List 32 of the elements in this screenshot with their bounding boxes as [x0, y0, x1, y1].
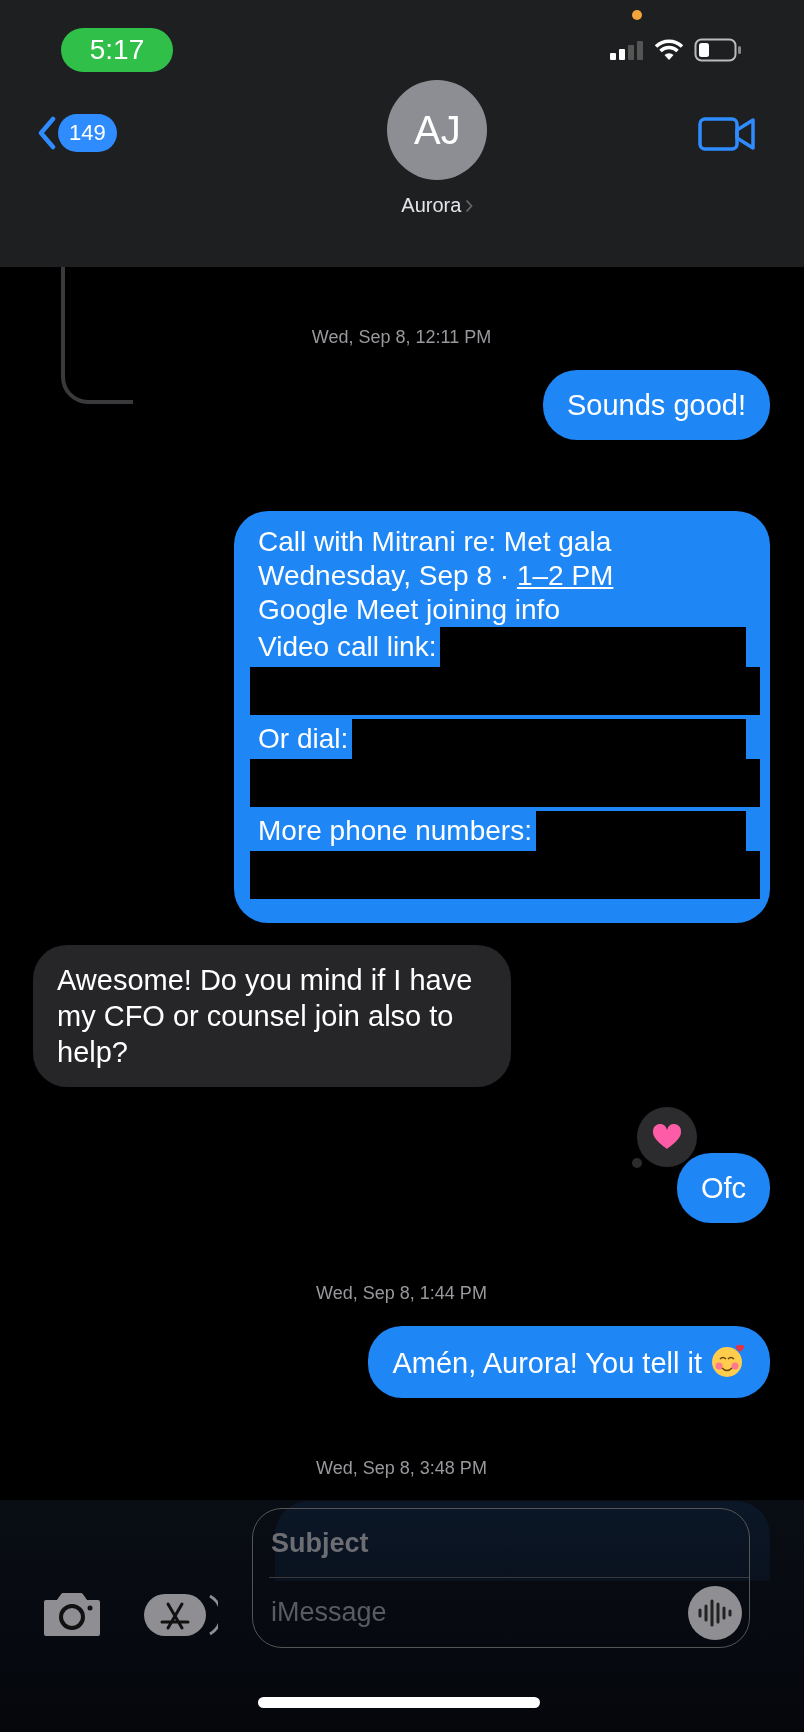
compose-field[interactable]: Subject iMessage: [252, 1508, 750, 1648]
back-button[interactable]: 149: [38, 114, 117, 152]
message-input-field[interactable]: iMessage: [271, 1597, 687, 1628]
video-camera-icon[interactable]: [698, 116, 756, 152]
privacy-indicator-dot: [632, 10, 642, 20]
contact-name[interactable]: Aurora: [401, 194, 462, 217]
message-text: Awesome! Do you mind if I have my CFO or counsel join also to help?: [57, 964, 473, 1068]
chevron-right-icon: [465, 198, 474, 213]
event-text: Video call link:: [258, 630, 437, 664]
unread-count-badge: 149: [58, 114, 117, 152]
wifi-icon: [654, 39, 684, 61]
status-time: 5:17: [61, 28, 173, 72]
event-text: Or dial:: [258, 722, 349, 756]
contact-avatar[interactable]: AJ: [387, 80, 488, 180]
message-text: Ofc: [700, 1172, 746, 1204]
chevron-left-icon: [38, 116, 56, 150]
message-timestamp: Wed, Sep 8, 1:44 PM: [315, 1283, 488, 1304]
cellular-signal-icon: [610, 40, 644, 60]
event-text: Wednesday, Sep 8 · 1–2 PM: [258, 559, 614, 593]
subject-field[interactable]: Subject: [253, 1509, 749, 1577]
time-link[interactable]: 1–2 PM: [516, 560, 614, 591]
event-text: Google Meet joining info: [258, 593, 560, 627]
message-timestamp: Wed, Sep 8, 3:48 PM: [315, 1458, 488, 1479]
battery-icon: [694, 38, 742, 62]
message-text: Amén, Aurora! You tell it: [392, 1347, 702, 1379]
event-text: Call with Mitrani re: Met gala: [258, 525, 612, 559]
message-timestamp: Wed, Sep 8, 12:11 PM: [310, 327, 493, 348]
event-text: More phone numbers:: [258, 814, 532, 848]
message-text: Sounds good!: [567, 389, 746, 421]
app-store-icon[interactable]: [144, 1592, 218, 1638]
audio-waveform-icon[interactable]: [687, 1584, 743, 1641]
camera-icon[interactable]: [42, 1590, 102, 1638]
